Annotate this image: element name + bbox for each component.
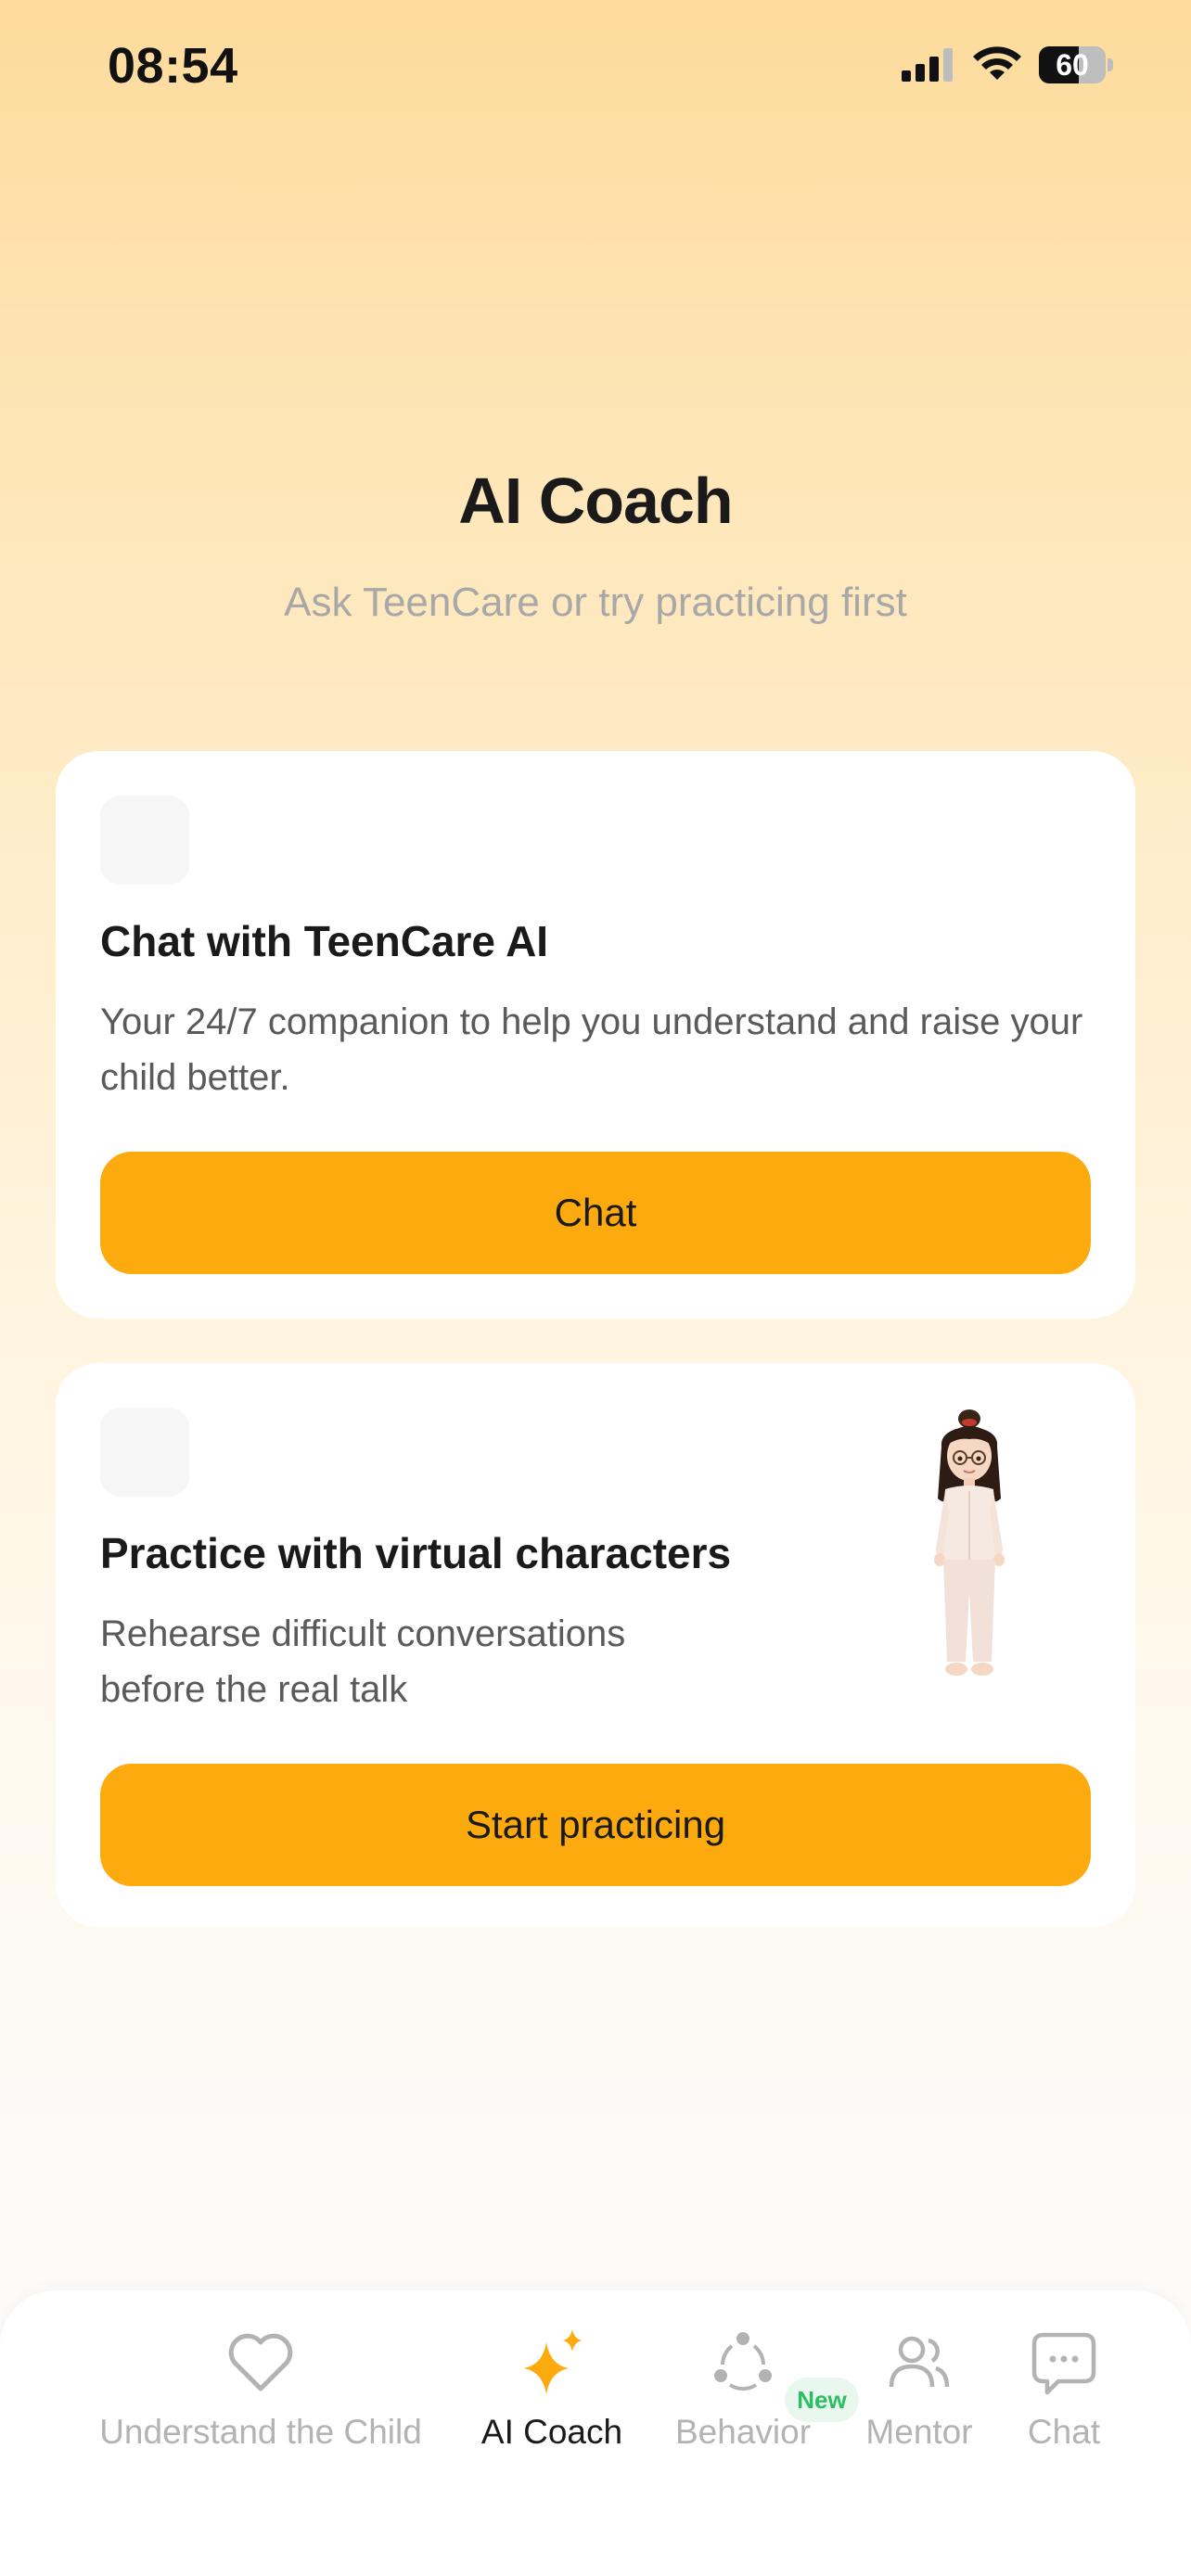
status-icons: 60: [902, 46, 1113, 83]
nav-label-ai-coach: AI Coach: [480, 2413, 623, 2451]
page-title: AI Coach: [458, 465, 733, 537]
ai-coach-screen: 08:54 60 AI Coach Ask TeenCare or try pr…: [0, 0, 1191, 2576]
practice-card-icon: [100, 1408, 189, 1497]
chat-button[interactable]: Chat: [100, 1152, 1091, 1274]
practice-card-title: Practice with virtual characters: [100, 1529, 732, 1577]
chat-bubble-icon: [1031, 2332, 1096, 2395]
chat-card-title: Chat with TeenCare AI: [100, 917, 549, 965]
heart-icon: [228, 2333, 293, 2391]
practice-card: Practice with virtual characters Rehears…: [56, 1363, 1135, 1927]
start-practicing-button[interactable]: Start practicing: [100, 1764, 1091, 1886]
status-bar: 08:54 60: [0, 0, 1191, 139]
nav-label-mentor: Mentor: [865, 2413, 973, 2451]
virtual-character-image: [934, 1409, 1005, 1676]
bottom-nav: Understand the Child AI Coach Behavior M…: [0, 2290, 1191, 2576]
status-time: 08:54: [108, 38, 238, 94]
chat-card-icon: [100, 796, 189, 885]
battery-level: 60: [1056, 48, 1089, 82]
battery-icon: 60: [1039, 46, 1113, 83]
nav-label-understand-the-child: Understand the Child: [99, 2413, 422, 2451]
nav-item-ai-coach[interactable]: AI Coach: [473, 2326, 631, 2465]
new-badge: New: [785, 2378, 859, 2422]
nav-item-understand-the-child[interactable]: Understand the Child: [89, 2326, 432, 2465]
nav-label-chat: Chat: [1027, 2413, 1101, 2451]
nav-item-chat[interactable]: Chat: [1018, 2326, 1109, 2465]
signal-icon: [902, 48, 953, 82]
chat-card: Chat with TeenCare AI Your 24/7 companio…: [56, 751, 1135, 1319]
practice-card-description: Rehearse difficult conversations before …: [100, 1613, 626, 1710]
sparkle-icon: [524, 2329, 582, 2394]
behavior-cycle-icon: [714, 2332, 772, 2391]
page-subtitle: Ask TeenCare or try practicing first: [284, 580, 907, 625]
people-icon: [889, 2336, 950, 2388]
nav-item-mentor[interactable]: Mentor: [857, 2326, 981, 2465]
chat-card-description: Your 24/7 companion to help you understa…: [100, 1001, 1083, 1098]
wifi-icon: [973, 46, 1021, 80]
